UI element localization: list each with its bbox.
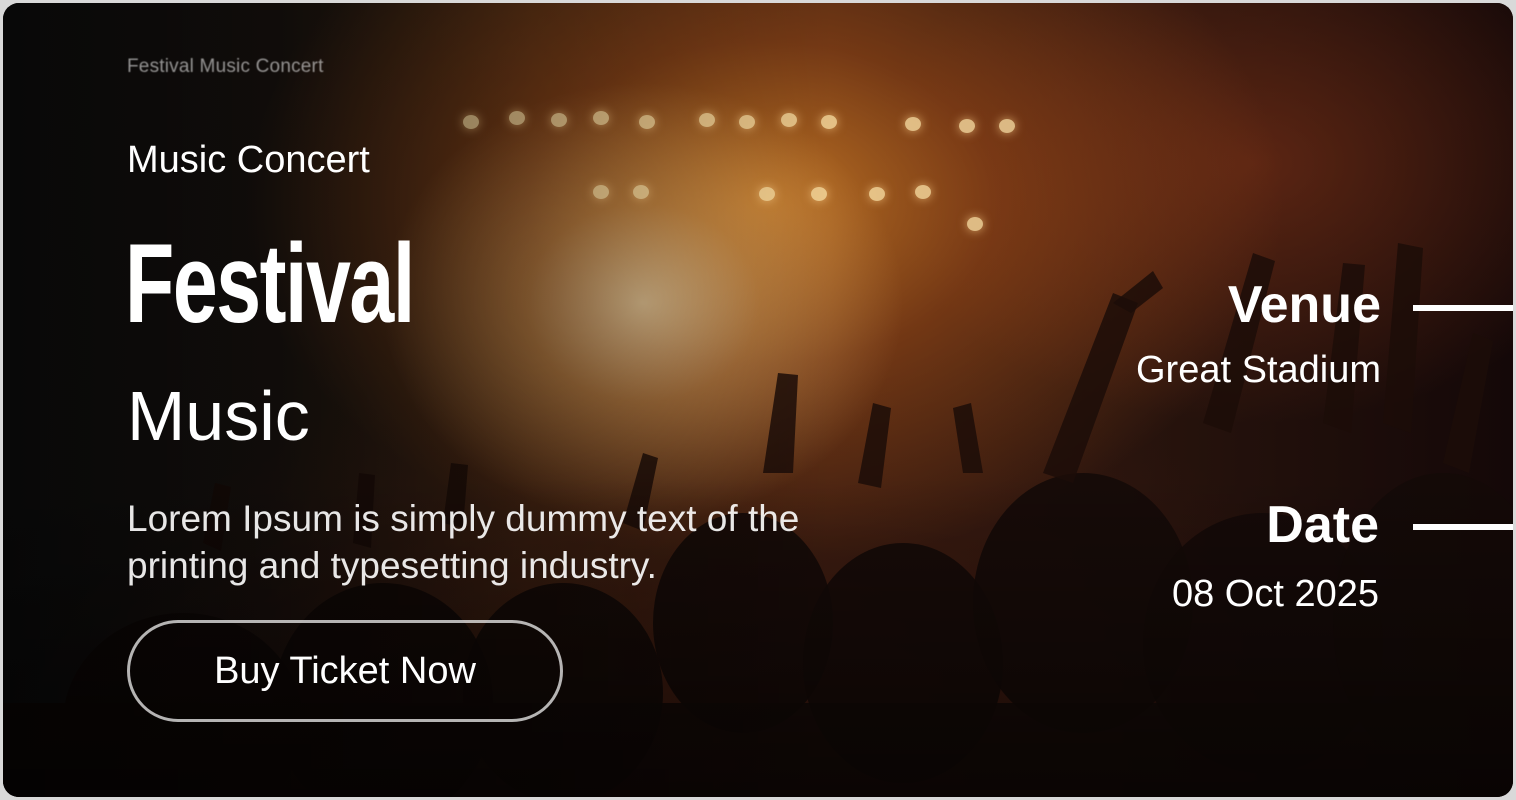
watermark-text: Festival Music Concert (127, 56, 324, 77)
event-category: Music Concert (127, 139, 370, 181)
venue-value: Great Stadium (1136, 349, 1381, 391)
event-title: Festival (125, 221, 415, 346)
venue-divider-line (1413, 305, 1513, 311)
buy-ticket-button[interactable]: Buy Ticket Now (127, 620, 563, 722)
date-label: Date (1266, 496, 1379, 554)
date-value: 08 Oct 2025 (1171, 573, 1379, 615)
event-subtitle: Music (127, 377, 310, 455)
event-banner-card: Festival Music Concert Music Concert Fes… (3, 3, 1513, 797)
event-description: Lorem Ipsum is simply dummy text of the … (127, 498, 800, 586)
date-divider-line (1413, 524, 1513, 530)
venue-label: Venue (1227, 276, 1381, 334)
